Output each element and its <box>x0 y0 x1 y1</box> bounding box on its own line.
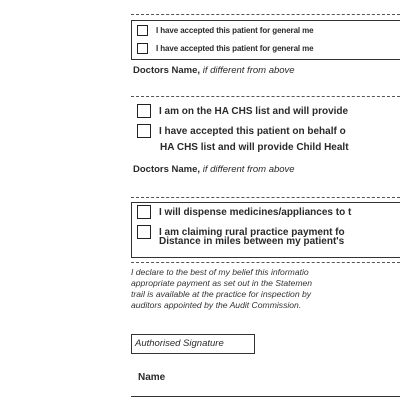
dotted-separator <box>131 14 400 15</box>
checkbox[interactable] <box>137 124 151 138</box>
general-services-option-2[interactable]: I have accepted this patient for general… <box>137 43 314 54</box>
dotted-separator <box>131 96 400 97</box>
checkbox[interactable] <box>137 205 151 219</box>
name-label: Name <box>138 372 166 383</box>
option-label-continued: HA CHS list and will provide Child Healt <box>160 142 349 153</box>
option-label: I have accepted this patient on behalf o <box>159 125 346 137</box>
declaration-line: auditors appointed by the Audit Commissi… <box>131 300 302 310</box>
checkbox[interactable] <box>137 25 148 36</box>
form-page: I have accepted this patient for general… <box>0 0 400 400</box>
label-note: if different from above <box>202 65 295 76</box>
chs-behalf-option[interactable]: I have accepted this patient on behalf o <box>137 124 346 138</box>
declaration-text: I declare to the best of my belief this … <box>131 267 400 311</box>
declaration-line: trail is available at the practice for i… <box>131 289 312 299</box>
dispense-option[interactable]: I will dispense medicines/appliances to … <box>137 205 351 219</box>
option-label: I have accepted this patient for general… <box>156 44 314 53</box>
checkbox[interactable] <box>137 225 151 239</box>
option-label: I am on the HA CHS list and will provide <box>159 105 349 117</box>
label-text: Doctors Name, <box>133 65 201 76</box>
authorised-signature-box[interactable]: Authorised Signature <box>131 334 255 354</box>
general-services-option-1[interactable]: I have accepted this patient for general… <box>137 25 314 36</box>
label-text: Doctors Name, <box>133 164 201 175</box>
doctors-name-label-2: Doctors Name, if different from above <box>133 164 295 175</box>
dotted-separator <box>131 262 400 263</box>
name-line <box>131 396 400 397</box>
checkbox[interactable] <box>137 43 148 54</box>
option-label: I will dispense medicines/appliances to … <box>159 206 352 218</box>
declaration-line: appropriate payment as set out in the St… <box>131 278 313 288</box>
declaration-line: I declare to the best of my belief this … <box>131 267 309 277</box>
doctors-name-label-1: Doctors Name, if different from above <box>133 65 295 76</box>
option-label: I have accepted this patient for general… <box>156 26 314 35</box>
dotted-separator <box>131 197 400 198</box>
checkbox[interactable] <box>137 104 151 118</box>
signature-label: Authorised Signature <box>135 338 224 349</box>
chs-list-option[interactable]: I am on the HA CHS list and will provide <box>137 104 348 118</box>
option-label-continued: Distance in miles between my patient's <box>159 236 345 247</box>
label-note: if different from above <box>202 164 295 175</box>
